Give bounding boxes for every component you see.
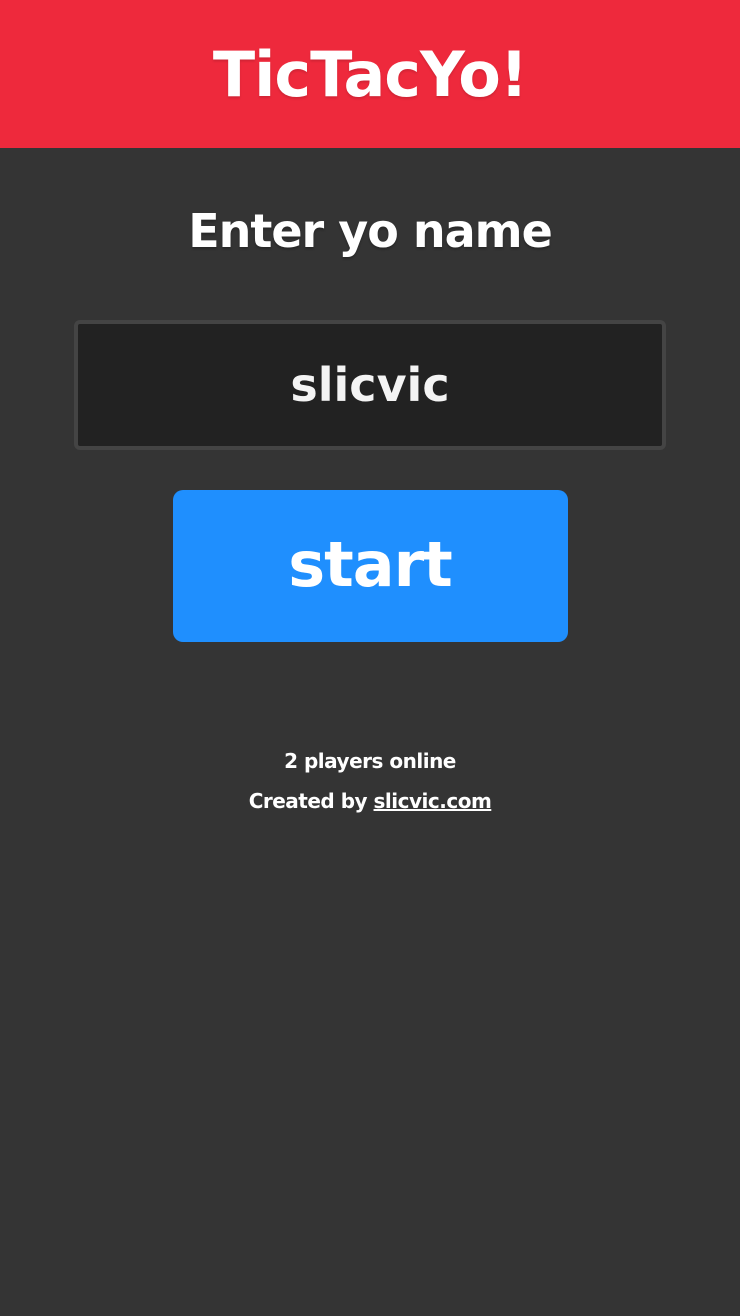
credit-link[interactable]: slicvic.com [374,789,492,813]
main-content: Enter yo name start 2 players online Cre… [0,148,740,816]
players-online-count: 2 players online [284,749,456,773]
created-by-label: Created by [248,789,374,813]
start-button[interactable]: start [172,490,568,642]
name-prompt: Enter yo name [188,204,553,258]
credit-line: Created by slicvic.com [249,786,492,816]
app-title: TicTacYo! [212,37,528,111]
app-header: TicTacYo! [0,0,740,148]
footer: 2 players online Created by slicvic.com [249,746,492,816]
name-input[interactable] [74,320,666,450]
